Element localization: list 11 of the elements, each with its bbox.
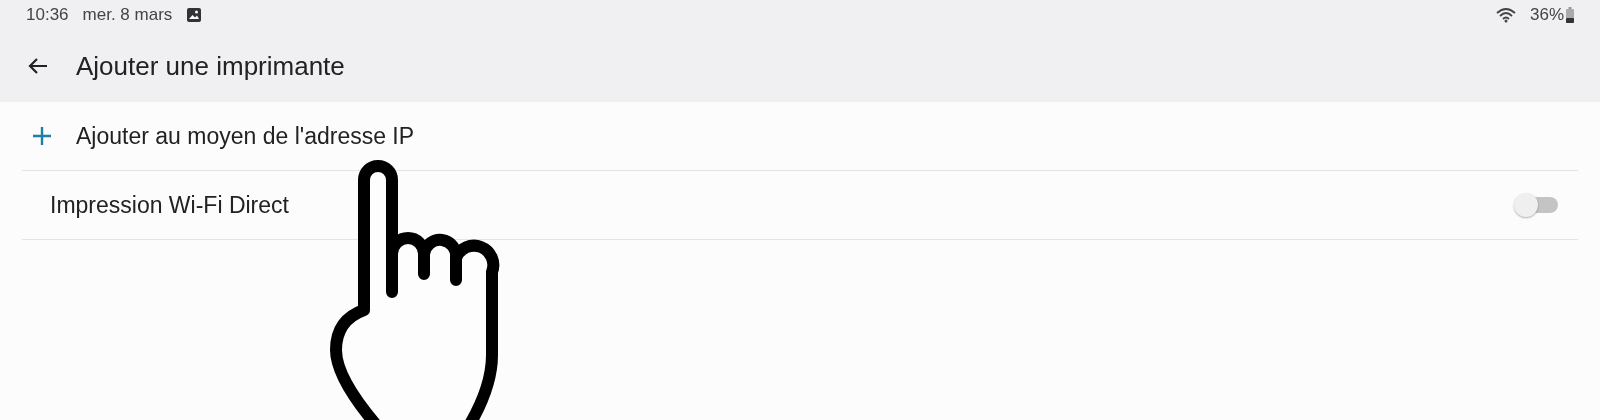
add-by-ip-item[interactable]: Ajouter au moyen de l'adresse IP <box>22 102 1578 170</box>
status-time: 10:36 <box>26 5 69 25</box>
status-date: mer. 8 mars <box>82 5 173 25</box>
battery-icon <box>1566 7 1574 23</box>
plus-icon <box>32 126 52 146</box>
page-title: Ajouter une imprimante <box>76 50 345 82</box>
item-label: Ajouter au moyen de l'adresse IP <box>76 122 415 150</box>
wifi-icon <box>1495 7 1516 23</box>
image-icon <box>186 7 203 23</box>
setting-label: Impression Wi-Fi Direct <box>49 191 290 219</box>
battery-percent: 36% <box>1529 5 1564 25</box>
